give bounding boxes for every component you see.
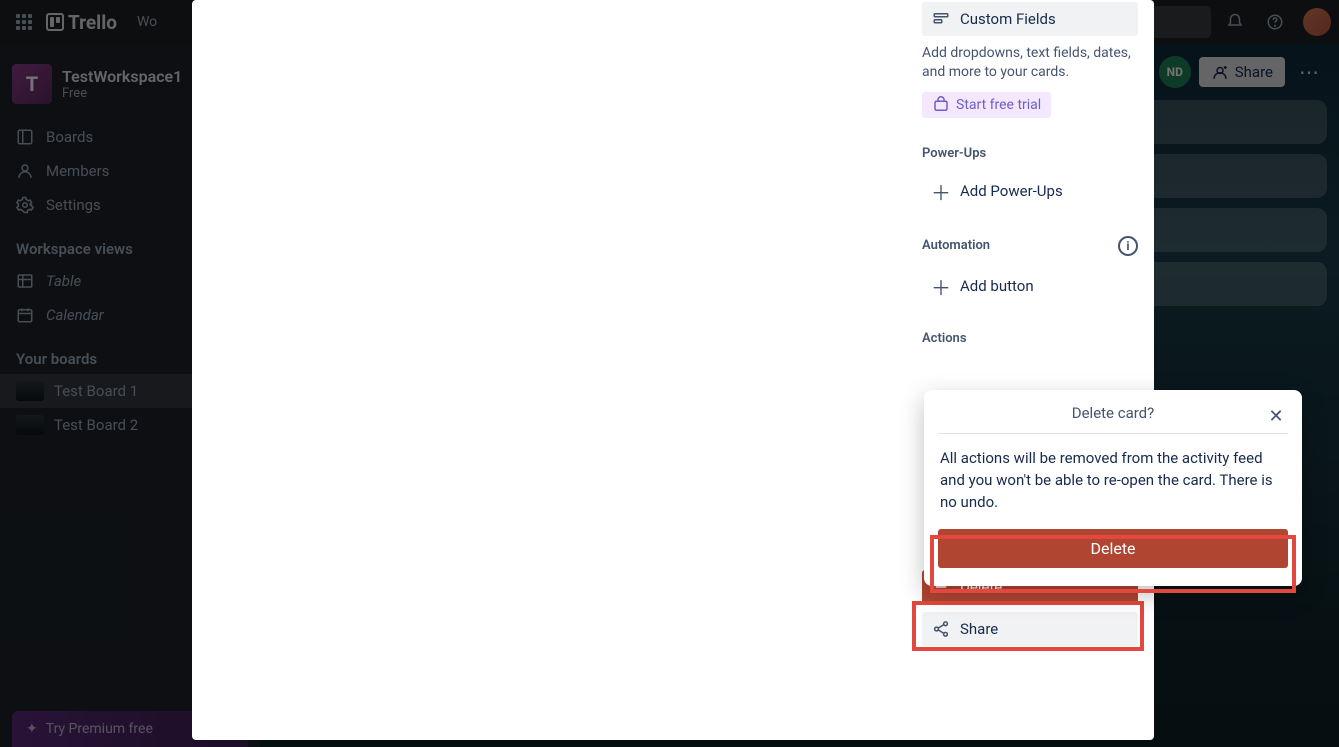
delete-card-popover: Delete card? ✕ All actions will be remov… <box>924 390 1302 586</box>
custom-fields-button[interactable]: Custom Fields <box>922 2 1138 36</box>
share-card-label: Share <box>960 620 998 638</box>
plus-icon: ＋ <box>932 272 950 301</box>
automation-header-row: Automation i <box>922 236 1138 256</box>
custom-fields-label: Custom Fields <box>960 10 1056 28</box>
powerups-header: Power-Ups <box>922 146 1138 161</box>
add-button-label: Add button <box>960 277 1034 295</box>
start-free-trial-button[interactable]: Start free trial <box>922 92 1051 118</box>
automation-header: Automation <box>922 238 990 253</box>
custom-fields-description: Add dropdowns, text fields, dates, and m… <box>922 44 1138 82</box>
add-powerups-label: Add Power-Ups <box>960 182 1063 200</box>
plus-icon: ＋ <box>932 177 950 206</box>
info-icon[interactable]: i <box>1118 236 1138 256</box>
share-card-button[interactable]: Share <box>922 612 1138 646</box>
actions-header: Actions <box>922 331 1138 346</box>
add-powerups-button[interactable]: ＋ Add Power-Ups <box>922 169 1138 214</box>
popover-title: Delete card? <box>1072 404 1155 422</box>
popover-body: All actions will be removed from the act… <box>938 434 1288 529</box>
trial-label: Start free trial <box>956 97 1041 113</box>
confirm-delete-button[interactable]: Delete <box>938 529 1288 568</box>
custom-fields-icon <box>932 10 950 28</box>
share-icon <box>932 620 950 638</box>
card-modal: Custom Fields Add dropdowns, text fields… <box>192 0 1154 740</box>
close-icon[interactable]: ✕ <box>1264 404 1288 428</box>
add-automation-button[interactable]: ＋ Add button <box>922 264 1138 309</box>
